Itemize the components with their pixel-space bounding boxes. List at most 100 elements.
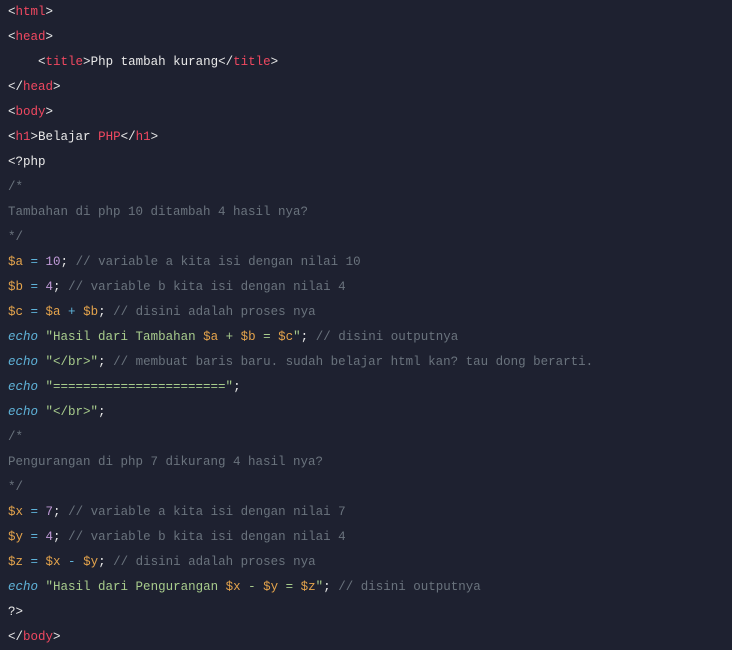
code-line[interactable]: </head> [0, 75, 732, 100]
code-line[interactable]: <h1>Belajar PHP</h1> [0, 125, 732, 150]
op: = [23, 505, 46, 519]
code-line[interactable]: $b = 4; // variable b kita isi dengan ni… [0, 275, 732, 300]
text: PHP [98, 130, 121, 144]
tag-title: title [46, 55, 84, 69]
indent [8, 55, 38, 69]
comment: // variable b kita isi dengan nilai 4 [61, 280, 346, 294]
code-line[interactable]: echo "======================="; [0, 375, 732, 400]
comment: // membuat baris baru. sudah belajar htm… [106, 355, 594, 369]
code-line[interactable]: echo "</br>"; // membuat baris baru. sud… [0, 350, 732, 375]
comment: // disini adalah proses nya [106, 555, 316, 569]
comment: // variable b kita isi dengan nilai 4 [61, 530, 346, 544]
code-line[interactable]: echo "</br>"; [0, 400, 732, 425]
space [38, 355, 46, 369]
op: + [61, 305, 84, 319]
code-line[interactable]: <title>Php tambah kurang</title> [0, 50, 732, 75]
variable: $y [83, 555, 98, 569]
echo: echo [8, 380, 38, 394]
number: 4 [46, 280, 54, 294]
comment: // disini outputnya [308, 330, 458, 344]
space [38, 380, 46, 394]
variable: $b [8, 280, 23, 294]
code-line[interactable]: </body> [0, 625, 732, 650]
code-line[interactable]: $z = $x - $y; // disini adalah proses ny… [0, 550, 732, 575]
semi: ; [323, 580, 331, 594]
bracket: > [31, 130, 39, 144]
comment: // disini outputnya [331, 580, 481, 594]
number: 4 [46, 530, 54, 544]
code-line[interactable]: */ [0, 225, 732, 250]
string-var: $c [278, 330, 293, 344]
code-line[interactable]: ?> [0, 600, 732, 625]
code-line[interactable]: $x = 7; // variable a kita isi dengan ni… [0, 500, 732, 525]
bracket: < [38, 55, 46, 69]
op: = [23, 280, 46, 294]
code-line[interactable]: <body> [0, 100, 732, 125]
comment: */ [8, 480, 23, 494]
semi: ; [233, 380, 241, 394]
echo: echo [8, 355, 38, 369]
bracket: > [46, 30, 54, 44]
bracket: > [271, 55, 279, 69]
bracket: > [46, 105, 54, 119]
php-close: ?> [8, 605, 23, 619]
quote: " [46, 330, 54, 344]
semi: ; [98, 305, 106, 319]
code-line[interactable]: $y = 4; // variable b kita isi dengan ni… [0, 525, 732, 550]
code-line[interactable]: Tambahan di php 10 ditambah 4 hasil nya? [0, 200, 732, 225]
variable: $c [8, 305, 23, 319]
code-editor[interactable]: <html> <head> <title>Php tambah kurang</… [0, 0, 732, 650]
code-line[interactable]: Pengurangan di php 7 dikurang 4 hasil ny… [0, 450, 732, 475]
op: = [23, 305, 46, 319]
string: "</br>" [46, 405, 99, 419]
comment: Tambahan di php 10 ditambah 4 hasil nya? [8, 205, 308, 219]
bracket: > [53, 630, 61, 644]
string: Hasil dari Pengurangan [53, 580, 226, 594]
bracket: > [46, 5, 54, 19]
code-line[interactable]: /* [0, 425, 732, 450]
string: = [278, 580, 301, 594]
semi: ; [98, 405, 106, 419]
tag-h1: h1 [16, 130, 31, 144]
code-line[interactable]: /* [0, 175, 732, 200]
tag-h1: h1 [136, 130, 151, 144]
tag-title: title [233, 55, 271, 69]
comment: /* [8, 180, 23, 194]
tag-body: body [23, 630, 53, 644]
echo: echo [8, 580, 38, 594]
bracket: > [83, 55, 91, 69]
semi: ; [53, 530, 61, 544]
comment: // disini adalah proses nya [106, 305, 316, 319]
semi: ; [98, 355, 106, 369]
variable: $z [8, 555, 23, 569]
comment: // variable a kita isi dengan nilai 10 [68, 255, 361, 269]
code-line[interactable]: $a = 10; // variable a kita isi dengan n… [0, 250, 732, 275]
string: Hasil dari Tambahan [53, 330, 203, 344]
string-var: $y [263, 580, 278, 594]
code-line[interactable]: */ [0, 475, 732, 500]
variable: $y [8, 530, 23, 544]
code-line[interactable]: echo "Hasil dari Pengurangan $x - $y = $… [0, 575, 732, 600]
string: - [241, 580, 264, 594]
space [38, 580, 46, 594]
space [38, 405, 46, 419]
text: Php tambah kurang [91, 55, 219, 69]
bracket: < [8, 30, 16, 44]
semi: ; [53, 505, 61, 519]
string: "=======================" [46, 380, 234, 394]
op: = [23, 555, 46, 569]
tag-body: body [16, 105, 46, 119]
string: + [218, 330, 241, 344]
echo: echo [8, 330, 38, 344]
code-line[interactable]: <head> [0, 25, 732, 50]
tag-head: head [16, 30, 46, 44]
code-line[interactable]: $c = $a + $b; // disini adalah proses ny… [0, 300, 732, 325]
code-line[interactable]: echo "Hasil dari Tambahan $a + $b = $c";… [0, 325, 732, 350]
echo: echo [8, 405, 38, 419]
code-line[interactable]: <html> [0, 0, 732, 25]
bracket: < [8, 130, 16, 144]
op: - [61, 555, 84, 569]
code-line[interactable]: <?php [0, 150, 732, 175]
op: = [23, 530, 46, 544]
number: 10 [46, 255, 61, 269]
